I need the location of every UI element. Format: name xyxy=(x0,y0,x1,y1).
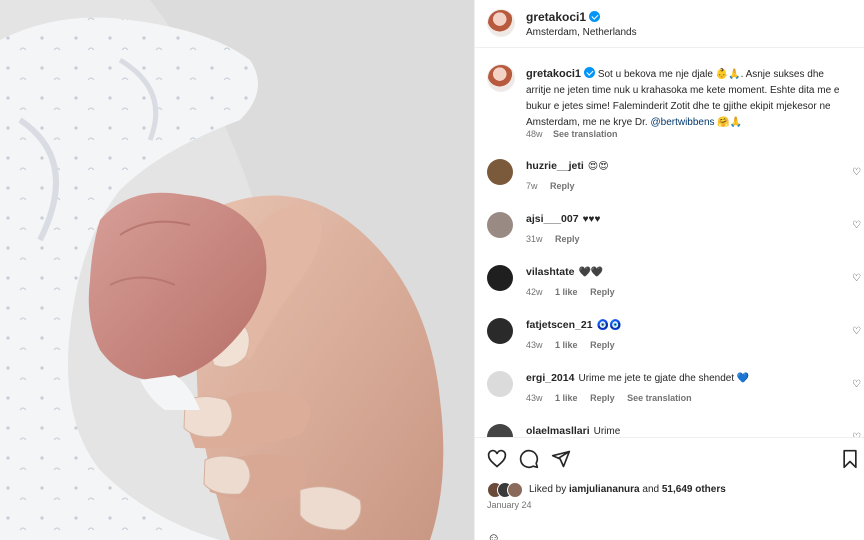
heart-icon[interactable] xyxy=(487,449,507,469)
comment-likes[interactable]: 1 like xyxy=(555,393,578,403)
likes-summary: Liked by iamjuliananura and 51,649 other… xyxy=(529,484,726,495)
caption-text-2: 🤗🙏 xyxy=(714,117,743,128)
comment-icon[interactable] xyxy=(519,449,539,469)
liker-avatar xyxy=(507,482,523,498)
verified-icon xyxy=(584,67,596,78)
caption-author-avatar[interactable] xyxy=(487,64,515,92)
comment-time[interactable]: 43w xyxy=(526,340,543,350)
comment-like-heart-icon[interactable]: ♡ xyxy=(852,326,861,337)
caption-username[interactable]: gretakoci1 xyxy=(526,68,581,80)
comment-reply-button[interactable]: Reply xyxy=(590,340,615,350)
post-header: gretakoci1 Amsterdam, Netherlands xyxy=(475,0,864,48)
commenter-username[interactable]: fatjetscen_21 xyxy=(526,319,593,331)
comment-time[interactable]: 43w xyxy=(526,393,543,403)
comment-reply-button[interactable]: Reply xyxy=(590,287,615,297)
comment-meta: 42w 1 like Reply xyxy=(526,287,625,297)
comment-reply-button[interactable]: Reply xyxy=(555,234,580,244)
comment-body: ergi_2014 Urime me jete te gjate dhe shen… xyxy=(526,372,749,384)
comment-meta: 43w 1 like Reply xyxy=(526,340,625,350)
comment-row: vilashtate 🖤🖤 42w 1 like Reply ♡ xyxy=(475,258,864,311)
likes-count[interactable]: 51,649 others xyxy=(662,484,726,495)
likes-middle: and xyxy=(639,484,662,495)
comment-meta: 7w Reply xyxy=(526,181,585,191)
author-username-row[interactable]: gretakoci1 xyxy=(526,10,601,24)
commenter-avatar[interactable] xyxy=(487,318,513,344)
comment-like-heart-icon[interactable]: ♡ xyxy=(852,220,861,231)
comment-likes[interactable]: 1 like xyxy=(555,287,578,297)
caption-mention-link[interactable]: @bertwibbens xyxy=(650,117,714,128)
commenter-username[interactable]: olaelmasllari xyxy=(526,425,590,437)
comment-meta: 43w 1 like Reply See translation xyxy=(526,393,702,403)
commenter-avatar[interactable] xyxy=(487,212,513,238)
comment-body: fatjetscen_21 🧿🧿 xyxy=(526,319,621,331)
commenter-username[interactable]: vilashtate xyxy=(526,266,574,278)
post-location[interactable]: Amsterdam, Netherlands xyxy=(526,27,637,38)
caption-translate-link[interactable]: See translation xyxy=(553,129,618,139)
post-photo[interactable] xyxy=(0,0,474,540)
comment-text: 🖤🖤 xyxy=(578,267,604,278)
comment-like-heart-icon[interactable]: ♡ xyxy=(852,167,861,178)
comment-like-heart-icon[interactable]: ♡ xyxy=(852,273,861,284)
comment-text: Urime me jete te gjate dhe shendet 💙 xyxy=(578,373,750,384)
caption-time[interactable]: 48w xyxy=(526,129,543,139)
comments-list[interactable]: huzrie__jeti 😍😍 7w Reply ♡ ajsi___007 ♥♥♥ … xyxy=(475,152,864,437)
comment-text: Urime xyxy=(593,426,621,437)
share-icon[interactable] xyxy=(551,449,571,469)
comment-text: 😍😍 xyxy=(587,161,609,172)
comment-body: olaelmasllari Urime xyxy=(526,425,620,437)
comment-row: ajsi___007 ♥♥♥ 31w Reply ♡ xyxy=(475,205,864,258)
post-caption: gretakoci1 Sot u bekova me nje djale 👶🙏.… xyxy=(526,66,851,131)
comment-reply-button[interactable]: Reply xyxy=(590,393,615,403)
comment-row: fatjetscen_21 🧿🧿 43w 1 like Reply ♡ xyxy=(475,311,864,364)
comment-likes[interactable]: 1 like xyxy=(555,340,578,350)
liker-username[interactable]: iamjuliananura xyxy=(569,484,640,495)
post-photo-art xyxy=(0,0,474,540)
commenter-username[interactable]: huzrie__jeti xyxy=(526,160,584,172)
post-detail-panel: gretakoci1 Amsterdam, Netherlands gretak… xyxy=(474,0,864,540)
comment-meta: 31w Reply xyxy=(526,234,590,244)
comment-time[interactable]: 42w xyxy=(526,287,543,297)
commenter-username[interactable]: ergi_2014 xyxy=(526,372,574,384)
post-date[interactable]: January 24 xyxy=(487,500,532,510)
author-avatar[interactable] xyxy=(487,9,515,37)
comment-row: huzrie__jeti 😍😍 7w Reply ♡ xyxy=(475,152,864,205)
likes-prefix: Liked by xyxy=(529,484,570,495)
commenter-avatar[interactable] xyxy=(487,265,513,291)
emoji-icon[interactable]: ☺ xyxy=(487,530,500,540)
comment-reply-button[interactable]: Reply xyxy=(550,181,575,191)
commenter-username[interactable]: ajsi___007 xyxy=(526,213,579,225)
comment-text: ♥♥♥ xyxy=(582,214,601,225)
commenter-avatar[interactable] xyxy=(487,159,513,185)
commenter-avatar[interactable] xyxy=(487,371,513,397)
comment-body: vilashtate 🖤🖤 xyxy=(526,266,603,278)
comment-row: olaelmasllariUrime ♡ xyxy=(475,417,864,437)
comment-time[interactable]: 31w xyxy=(526,234,543,244)
post-actions: Liked by iamjuliananura and 51,649 other… xyxy=(475,437,864,540)
comment-text: 🧿🧿 xyxy=(596,320,622,331)
bookmark-icon[interactable] xyxy=(841,449,859,469)
comment-time[interactable]: 7w xyxy=(526,181,538,191)
comment-body: ajsi___007 ♥♥♥ xyxy=(526,213,600,225)
verified-icon xyxy=(589,11,601,22)
author-username[interactable]: gretakoci1 xyxy=(526,10,586,24)
commenter-avatar[interactable] xyxy=(487,424,513,437)
caption-meta: 48w See translation xyxy=(526,129,626,139)
comment-body: huzrie__jeti 😍😍 xyxy=(526,160,609,172)
comment-row: ergi_2014 Urime me jete te gjate dhe shen… xyxy=(475,364,864,417)
comment-like-heart-icon[interactable]: ♡ xyxy=(852,379,861,390)
comment-translate-link[interactable]: See translation xyxy=(627,393,692,403)
